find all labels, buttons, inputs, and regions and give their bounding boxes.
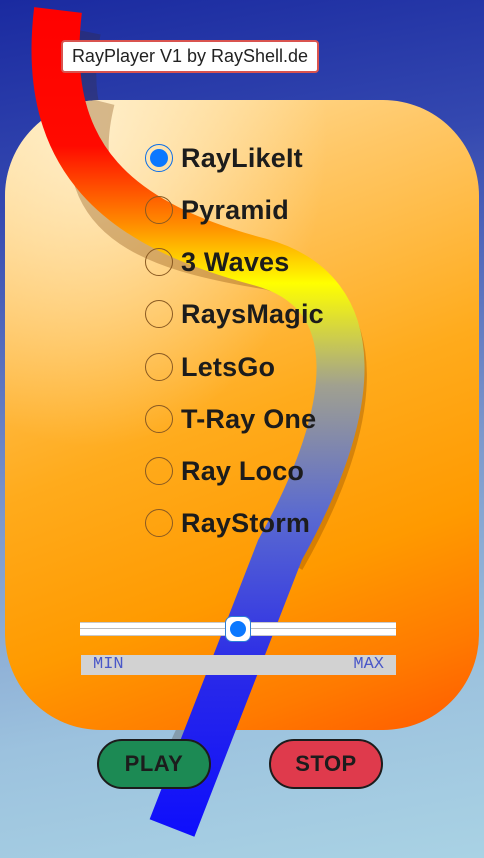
- slider-min-label: MIN: [93, 655, 124, 674]
- preset-option-3-waves[interactable]: 3 Waves: [145, 244, 289, 280]
- preset-option-raylikeit[interactable]: RayLikeIt: [145, 140, 303, 176]
- radio-button[interactable]: [145, 248, 173, 276]
- preset-label: RayStorm: [181, 507, 311, 538]
- slider-range-labels: MIN MAX: [81, 655, 396, 675]
- radio-button[interactable]: [145, 300, 173, 328]
- level-slider[interactable]: [80, 616, 396, 642]
- preset-label: RayLikeIt: [181, 142, 303, 173]
- slider-thumb[interactable]: [230, 621, 246, 637]
- preset-label: 3 Waves: [181, 246, 290, 277]
- radio-button[interactable]: [145, 353, 173, 381]
- stop-button[interactable]: STOP: [269, 739, 383, 789]
- app-title: RayPlayer V1 by RayShell.de: [61, 40, 319, 73]
- preset-label: Pyramid: [181, 194, 289, 225]
- preset-option-pyramid[interactable]: Pyramid: [145, 192, 289, 228]
- preset-option-ray-loco[interactable]: Ray Loco: [145, 453, 304, 489]
- radio-button[interactable]: [145, 457, 173, 485]
- radio-button[interactable]: [145, 196, 173, 224]
- radio-button-selected[interactable]: [145, 144, 173, 172]
- preset-label: Ray Loco: [181, 455, 305, 486]
- play-button[interactable]: PLAY: [97, 739, 211, 789]
- preset-label: LetsGo: [181, 351, 276, 382]
- preset-option-raysmagic[interactable]: RaysMagic: [145, 296, 324, 332]
- preset-label: RaysMagic: [181, 298, 324, 329]
- radio-button[interactable]: [145, 509, 173, 537]
- preset-option-raystorm[interactable]: RayStorm: [145, 505, 310, 541]
- preset-option-t-ray-one[interactable]: T-Ray One: [145, 401, 316, 437]
- preset-option-letsgo[interactable]: LetsGo: [145, 349, 275, 385]
- radio-button[interactable]: [145, 405, 173, 433]
- app-window: RayPlayer V1 by RayShell.de RayLikeIt Py…: [0, 0, 484, 858]
- slider-max-label: MAX: [353, 655, 384, 674]
- preset-label: T-Ray One: [181, 403, 317, 434]
